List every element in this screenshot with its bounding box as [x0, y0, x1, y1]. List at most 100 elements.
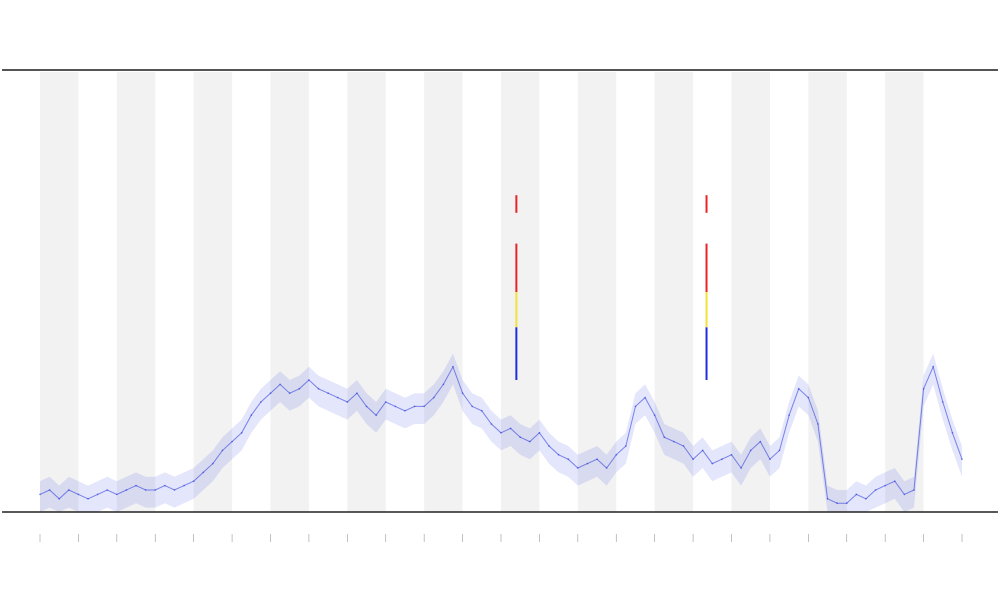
line-chart — [2, 69, 998, 542]
data-point — [384, 401, 387, 403]
data-point — [586, 462, 589, 465]
data-point — [663, 436, 666, 439]
data-point — [375, 414, 378, 417]
data-point — [317, 387, 320, 390]
data-point — [58, 497, 61, 500]
data-point — [807, 396, 810, 399]
data-point — [183, 484, 185, 487]
data-point — [826, 497, 829, 500]
data-point — [759, 440, 762, 443]
data-point — [346, 401, 349, 403]
data-point — [259, 401, 262, 403]
data-point — [615, 453, 618, 456]
data-point — [471, 405, 474, 408]
data-point — [48, 489, 51, 491]
data-point — [442, 383, 445, 386]
data-point — [144, 489, 147, 491]
data-point — [77, 493, 80, 496]
data-point — [269, 392, 272, 395]
data-point — [240, 431, 243, 434]
data-point — [788, 414, 791, 417]
background-band — [808, 72, 847, 512]
data-point — [39, 493, 41, 496]
data-point — [855, 493, 858, 496]
data-point — [865, 497, 867, 500]
background-bands — [40, 72, 924, 512]
data-point — [356, 392, 358, 395]
data-point — [490, 423, 493, 425]
data-point — [557, 453, 560, 456]
data-point — [797, 387, 800, 390]
background-band — [347, 72, 386, 512]
data-point — [202, 471, 205, 474]
data-point — [720, 458, 723, 461]
data-point — [67, 489, 70, 491]
data-point — [221, 449, 224, 452]
background-band — [270, 72, 309, 512]
data-point — [452, 365, 454, 368]
data-point — [913, 489, 915, 491]
data-point — [231, 440, 233, 443]
data-point — [961, 458, 963, 461]
data-point — [903, 493, 906, 496]
data-point — [115, 493, 118, 496]
data-point — [653, 414, 656, 417]
data-point — [192, 480, 195, 483]
data-point — [298, 387, 301, 390]
background-band — [577, 72, 617, 512]
data-point — [404, 409, 406, 412]
background-band — [40, 72, 79, 512]
data-point — [432, 396, 435, 399]
data-point — [106, 489, 109, 491]
data-point — [135, 484, 137, 487]
data-point — [528, 440, 531, 443]
data-point — [279, 383, 282, 386]
data-point — [538, 431, 541, 434]
data-point — [624, 445, 627, 447]
data-point — [96, 493, 99, 496]
data-point — [644, 396, 646, 399]
data-point — [605, 467, 608, 469]
data-point — [836, 502, 839, 505]
data-point — [308, 379, 310, 381]
data-point — [519, 436, 522, 439]
data-point — [941, 401, 944, 403]
data-point — [701, 449, 704, 452]
data-point — [336, 396, 339, 399]
data-point — [874, 489, 877, 491]
data-point — [711, 462, 714, 465]
data-point — [749, 449, 752, 452]
data-point — [250, 414, 253, 417]
data-point — [817, 423, 819, 425]
data-point — [596, 458, 598, 461]
data-point — [548, 445, 550, 447]
data-point — [500, 431, 502, 434]
data-point — [740, 467, 743, 469]
data-point — [327, 392, 330, 395]
data-point — [769, 458, 771, 461]
data-point — [423, 405, 426, 408]
background-band — [116, 72, 156, 512]
data-point — [413, 405, 416, 408]
chart-container — [0, 0, 1000, 600]
data-point — [87, 497, 89, 500]
data-point — [845, 502, 848, 505]
data-point — [922, 387, 925, 390]
data-point — [730, 453, 733, 456]
data-point — [778, 449, 781, 452]
data-point — [163, 484, 166, 487]
data-point — [567, 458, 570, 461]
data-point — [932, 365, 935, 368]
data-point — [125, 489, 128, 491]
data-point — [576, 467, 579, 469]
data-point — [154, 489, 157, 491]
data-point — [884, 484, 887, 487]
data-point — [634, 405, 637, 408]
data-point — [480, 409, 483, 412]
x-axis-ticks — [39, 534, 963, 542]
data-point — [394, 405, 397, 408]
data-point — [692, 458, 694, 461]
data-point — [509, 427, 512, 430]
background-band — [424, 72, 463, 512]
data-point — [288, 392, 291, 395]
